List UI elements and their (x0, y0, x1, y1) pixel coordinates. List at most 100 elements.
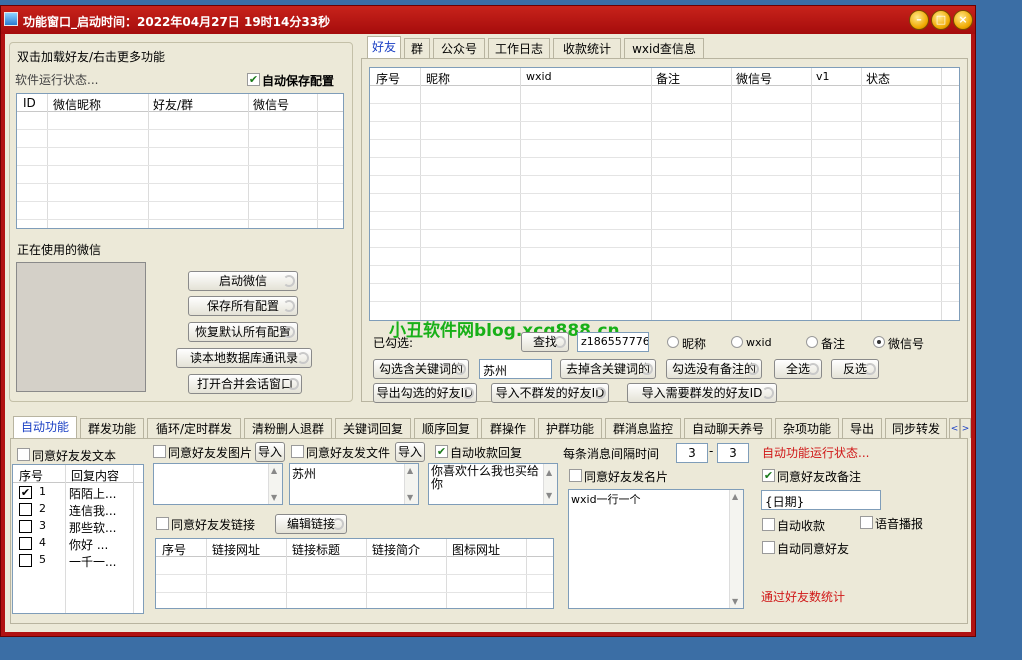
list-item[interactable]: 5 一千一... (17, 552, 142, 569)
agree-remark-label: 同意好友改备注 (777, 470, 862, 484)
agree-file-checkbox[interactable] (291, 445, 304, 458)
search-input[interactable]: z1865577768: (577, 332, 649, 352)
minimize-button[interactable]: – (909, 10, 929, 30)
tab-sync-forward[interactable]: 同步转发 (885, 418, 947, 438)
read-local-db-button[interactable]: 读本地数据库通讯录 (176, 348, 312, 368)
reply-row-checkbox[interactable] (19, 554, 32, 567)
tab-order-reply[interactable]: 顺序回复 (414, 418, 478, 438)
col-link-title: 链接标题 (292, 543, 341, 557)
search-button[interactable]: 查找 (521, 332, 569, 352)
title-bar[interactable]: 功能窗口_启动时间：2022年04月27日 19时14分33秒 – □ × (1, 6, 975, 34)
reply-row-checkbox[interactable] (19, 520, 32, 533)
list-item[interactable]: ✔ 1 陌陌上... (17, 484, 142, 501)
software-status: 软件运行状态... (15, 73, 99, 87)
agree-link-checkbox[interactable] (156, 517, 169, 530)
auto-receive-checkbox[interactable] (762, 518, 775, 531)
reply-row-text: 你好 ... (69, 538, 109, 552)
agree-image-label: 同意好友发图片 (168, 446, 253, 460)
reply-table[interactable]: 序号 回复内容 ✔ 1 陌陌上... 2 连信我... 3 那些软... 4 你… (12, 464, 144, 614)
tab-group-monitor[interactable]: 群消息监控 (605, 418, 681, 438)
reply-row-text: 连信我... (69, 504, 117, 518)
tab-auto-chat[interactable]: 自动聊天养号 (684, 418, 772, 438)
tab-auto[interactable]: 自动功能 (13, 416, 77, 438)
tab-group-ops[interactable]: 群操作 (481, 418, 535, 438)
tab-friends[interactable]: 好友 (367, 36, 401, 58)
tab-mass-send[interactable]: 群发功能 (80, 418, 144, 438)
auto-accept-checkbox[interactable] (762, 541, 775, 554)
tab-clean-fans[interactable]: 清粉删人退群 (244, 418, 332, 438)
tab-groups[interactable]: 群 (404, 38, 430, 58)
col-link-num: 序号 (162, 543, 187, 557)
tab-official[interactable]: 公众号 (433, 38, 485, 58)
tab-group-guard[interactable]: 护群功能 (538, 418, 602, 438)
list-item[interactable]: 4 你好 ... (17, 535, 142, 552)
reply-row-checkbox[interactable]: ✔ (19, 486, 32, 499)
reply-row-text: 陌陌上... (69, 487, 117, 501)
select-keyword-button[interactable]: 勾选含关键词的 (373, 359, 469, 379)
reply-row-checkbox[interactable] (19, 503, 32, 516)
remove-keyword-button[interactable]: 去掉含关键词的 (560, 359, 656, 379)
tabs-scroll-left-icon[interactable]: < (949, 418, 960, 438)
import-image-button[interactable]: 导入 (255, 442, 285, 462)
tab-keyword-reply[interactable]: 关键词回复 (335, 418, 411, 438)
col-remark: 备注 (656, 72, 681, 86)
tab-misc[interactable]: 杂项功能 (775, 418, 839, 438)
list-item[interactable]: 3 那些软... (17, 518, 142, 535)
auto-collect-label: 自动收款回复 (450, 446, 523, 460)
export-selected-button[interactable]: 导出勾选的好友ID (373, 383, 477, 403)
interval-from-input[interactable]: 3 (676, 443, 708, 463)
avatar-preview (16, 262, 146, 392)
tab-loop-send[interactable]: 循环/定时群发 (147, 418, 241, 438)
edit-link-button[interactable]: 编辑链接 (275, 514, 347, 534)
agree-link-label: 同意好友发链接 (171, 518, 256, 532)
invert-button[interactable]: 反选 (831, 359, 879, 379)
radio-wxnum[interactable] (873, 336, 885, 348)
auto-collect-checkbox[interactable]: ✔ (435, 445, 448, 458)
auto-save-checkbox[interactable]: ✔ (247, 73, 260, 86)
import-not-mass-button[interactable]: 导入不群发的好友ID (491, 383, 609, 403)
collect-reply-box[interactable]: 你喜欢什么我也买给你 ▲ ▼ (428, 463, 558, 505)
agree-text-checkbox[interactable] (17, 448, 30, 461)
reply-row-checkbox[interactable] (19, 537, 32, 550)
friend-table[interactable]: 序号 昵称 wxid 备注 微信号 v1 状态 (369, 67, 960, 321)
col-v1: v1 (816, 70, 830, 83)
select-no-remark-button[interactable]: 勾选没有备注的 (666, 359, 762, 379)
agree-card-checkbox[interactable] (569, 469, 582, 482)
restore-default-button[interactable]: 恢复默认所有配置 (188, 322, 298, 342)
col-wxnum: 微信号 (736, 72, 773, 86)
radio-wxid[interactable] (731, 336, 743, 348)
tab-worklog[interactable]: 工作日志 (488, 38, 550, 58)
select-all-button[interactable]: 全选 (774, 359, 822, 379)
account-table[interactable]: ID 微信昵称 好友/群 微信号 (16, 93, 344, 229)
open-merge-button[interactable]: 打开合并会话窗口 (188, 374, 302, 394)
remark-input[interactable]: {日期} (761, 490, 881, 510)
radio-remark[interactable] (806, 336, 818, 348)
list-item[interactable]: 2 连信我... (17, 501, 142, 518)
right-tabs: 好友 群 公众号 工作日志 收款统计 wxid查信息 (367, 36, 723, 58)
agree-remark-checkbox[interactable]: ✔ (762, 469, 775, 482)
col-nick: 昵称 (426, 72, 451, 86)
main-window: 功能窗口_启动时间：2022年04月27日 19时14分33秒 – □ × 双击… (0, 5, 976, 637)
start-wechat-button[interactable]: 启动微信 (188, 271, 298, 291)
tab-payment-stats[interactable]: 收款统计 (553, 38, 621, 58)
interval-to-input[interactable]: 3 (717, 443, 749, 463)
save-all-button[interactable]: 保存所有配置 (188, 296, 298, 316)
radio-nickname[interactable] (667, 336, 679, 348)
maximize-button[interactable]: □ (931, 10, 951, 30)
tabs-scroll-right-icon[interactable]: > (960, 418, 971, 438)
file-list-box[interactable]: 苏州 ▲ ▼ (289, 463, 419, 505)
agree-image-checkbox[interactable] (153, 445, 166, 458)
reply-row-text: 那些软... (69, 521, 117, 535)
tab-wxid-query[interactable]: wxid查信息 (624, 38, 704, 58)
close-button[interactable]: × (953, 10, 973, 30)
auto-save-label: 自动保存配置 (262, 74, 335, 88)
friend-table-header: 序号 昵称 wxid 备注 微信号 v1 状态 (370, 68, 959, 86)
image-list-box[interactable]: ▲ ▼ (153, 463, 283, 505)
card-box[interactable]: wxid一行一个 ▲ ▼ (568, 489, 744, 609)
voice-checkbox[interactable] (860, 516, 873, 529)
import-file-button[interactable]: 导入 (395, 442, 425, 462)
link-table[interactable]: 序号 链接网址 链接标题 链接简介 图标网址 (155, 538, 554, 609)
keyword-input[interactable]: 苏州 (479, 359, 552, 379)
import-need-mass-button[interactable]: 导入需要群发的好友ID (627, 383, 777, 403)
tab-export[interactable]: 导出 (842, 418, 882, 438)
